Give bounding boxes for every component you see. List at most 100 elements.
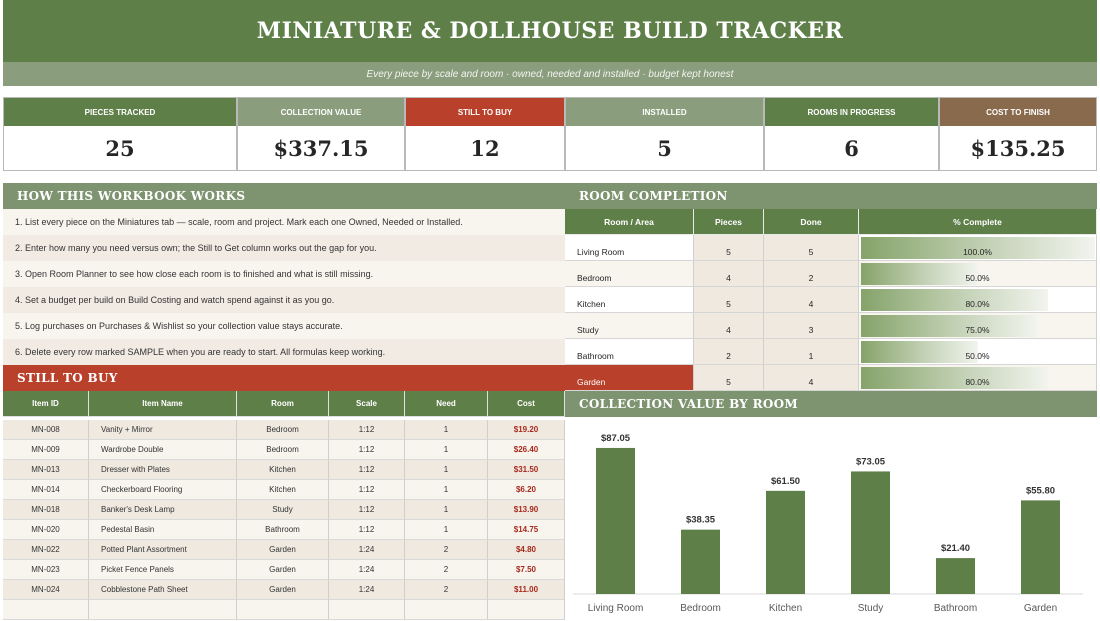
room-pieces[interactable]: 5 <box>694 287 764 313</box>
item-scale[interactable] <box>329 600 405 620</box>
item-room[interactable]: Bathroom <box>237 520 329 540</box>
bar[interactable] <box>681 529 720 594</box>
column-header[interactable]: % Complete <box>859 209 1097 235</box>
column-header[interactable]: Room <box>237 391 329 417</box>
item-id[interactable]: MN-009 <box>3 440 89 460</box>
item-name[interactable]: Potted Plant Assortment <box>89 540 237 560</box>
item-room[interactable]: Kitchen <box>237 480 329 500</box>
room-name[interactable]: Garden <box>565 365 694 391</box>
column-header[interactable]: Room / Area <box>565 209 694 235</box>
item-scale[interactable]: 1:24 <box>329 580 405 600</box>
item-need[interactable]: 1 <box>405 500 488 520</box>
room-name[interactable]: Bathroom <box>565 339 694 365</box>
item-room[interactable]: Study <box>237 500 329 520</box>
item-room[interactable]: Bedroom <box>237 420 329 440</box>
item-scale[interactable]: 1:12 <box>329 420 405 440</box>
item-name[interactable]: Pedestal Basin <box>89 520 237 540</box>
room-pieces[interactable]: 4 <box>694 313 764 339</box>
item-scale[interactable]: 1:12 <box>329 440 405 460</box>
bar[interactable] <box>936 558 975 594</box>
table-row[interactable]: MN-022 Potted Plant Assortment Garden 1:24 2… <box>3 540 565 560</box>
item-cost[interactable]: $31.50 <box>488 460 565 480</box>
item-cost[interactable]: $19.20 <box>488 420 565 440</box>
room-percent[interactable]: 75.0% <box>859 313 1097 339</box>
bar[interactable] <box>1021 500 1060 594</box>
room-row[interactable]: Study 4 3 75.0% <box>565 313 1097 339</box>
bar[interactable] <box>851 471 890 594</box>
room-percent[interactable]: 100.0% <box>859 235 1097 261</box>
room-pieces[interactable]: 2 <box>694 339 764 365</box>
item-room[interactable] <box>237 600 329 620</box>
item-need[interactable]: 2 <box>405 580 488 600</box>
item-cost[interactable]: $11.00 <box>488 580 565 600</box>
table-row[interactable]: MN-020 Pedestal Basin Bathroom 1:12 1 $14.75 <box>3 520 565 540</box>
room-row[interactable]: Bathroom 2 1 50.0% <box>565 339 1097 365</box>
item-cost[interactable]: $14.75 <box>488 520 565 540</box>
column-header[interactable]: Cost <box>488 391 565 417</box>
table-row[interactable]: MN-014 Checkerboard Flooring Kitchen 1:12 1 $… <box>3 480 565 500</box>
item-scale[interactable]: 1:12 <box>329 480 405 500</box>
column-header[interactable]: Pieces <box>694 209 764 235</box>
item-scale[interactable]: 1:12 <box>329 500 405 520</box>
item-cost[interactable]: $7.50 <box>488 560 565 580</box>
item-scale[interactable]: 1:12 <box>329 520 405 540</box>
room-done[interactable]: 4 <box>764 287 859 313</box>
room-name[interactable]: Kitchen <box>565 287 694 313</box>
item-name[interactable]: Dresser with Plates <box>89 460 237 480</box>
table-row[interactable]: MN-023 Picket Fence Panels Garden 1:24 2 $7.5… <box>3 560 565 580</box>
table-row[interactable]: MN-018 Banker's Desk Lamp Study 1:12 1 $13.90 <box>3 500 565 520</box>
item-cost[interactable]: $13.90 <box>488 500 565 520</box>
room-row[interactable]: Bedroom 4 2 50.0% <box>565 261 1097 287</box>
room-done[interactable]: 4 <box>764 365 859 391</box>
table-row[interactable] <box>3 600 565 620</box>
column-header[interactable]: Item ID <box>3 391 89 417</box>
table-row[interactable]: MN-013 Dresser with Plates Kitchen 1:12 1 $31… <box>3 460 565 480</box>
room-name[interactable]: Study <box>565 313 694 339</box>
item-room[interactable]: Garden <box>237 540 329 560</box>
item-need[interactable]: 1 <box>405 460 488 480</box>
item-room[interactable]: Garden <box>237 560 329 580</box>
item-id[interactable]: MN-022 <box>3 540 89 560</box>
item-id[interactable]: MN-023 <box>3 560 89 580</box>
room-name[interactable]: Living Room <box>565 235 694 261</box>
item-name[interactable]: Wardrobe Double <box>89 440 237 460</box>
item-id[interactable]: MN-024 <box>3 580 89 600</box>
item-name[interactable]: Vanity + Mirror <box>89 420 237 440</box>
room-row[interactable]: Living Room 5 5 100.0% <box>565 235 1097 261</box>
item-id[interactable] <box>3 600 89 620</box>
item-name[interactable]: Cobblestone Path Sheet <box>89 580 237 600</box>
room-row[interactable]: Kitchen 5 4 80.0% <box>565 287 1097 313</box>
room-percent[interactable]: 50.0% <box>859 339 1097 365</box>
item-id[interactable]: MN-018 <box>3 500 89 520</box>
item-need[interactable] <box>405 600 488 620</box>
item-need[interactable]: 1 <box>405 480 488 500</box>
item-need[interactable]: 1 <box>405 420 488 440</box>
item-need[interactable]: 2 <box>405 560 488 580</box>
item-id[interactable]: MN-013 <box>3 460 89 480</box>
item-scale[interactable]: 1:24 <box>329 540 405 560</box>
item-need[interactable]: 1 <box>405 440 488 460</box>
room-pieces[interactable]: 5 <box>694 365 764 391</box>
table-row[interactable]: MN-024 Cobblestone Path Sheet Garden 1:24 2 $… <box>3 580 565 600</box>
item-room[interactable]: Bedroom <box>237 440 329 460</box>
item-id[interactable]: MN-014 <box>3 480 89 500</box>
item-need[interactable]: 1 <box>405 520 488 540</box>
item-name[interactable] <box>89 600 237 620</box>
item-need[interactable]: 2 <box>405 540 488 560</box>
room-percent[interactable]: 80.0% <box>859 287 1097 313</box>
bar[interactable] <box>766 490 805 594</box>
item-id[interactable]: MN-020 <box>3 520 89 540</box>
room-done[interactable]: 2 <box>764 261 859 287</box>
item-name[interactable]: Banker's Desk Lamp <box>89 500 237 520</box>
item-cost[interactable]: $26.40 <box>488 440 565 460</box>
column-header[interactable]: Need <box>405 391 488 417</box>
item-cost[interactable]: $4.80 <box>488 540 565 560</box>
item-name[interactable]: Picket Fence Panels <box>89 560 237 580</box>
room-done[interactable]: 3 <box>764 313 859 339</box>
room-pieces[interactable]: 5 <box>694 235 764 261</box>
room-row[interactable]: Garden 5 4 80.0% <box>565 365 1097 391</box>
room-percent[interactable]: 80.0% <box>859 365 1097 391</box>
bar[interactable] <box>596 447 635 594</box>
table-row[interactable]: MN-008 Vanity + Mirror Bedroom 1:12 1 $19.20 <box>3 420 565 440</box>
item-cost[interactable] <box>488 600 565 620</box>
